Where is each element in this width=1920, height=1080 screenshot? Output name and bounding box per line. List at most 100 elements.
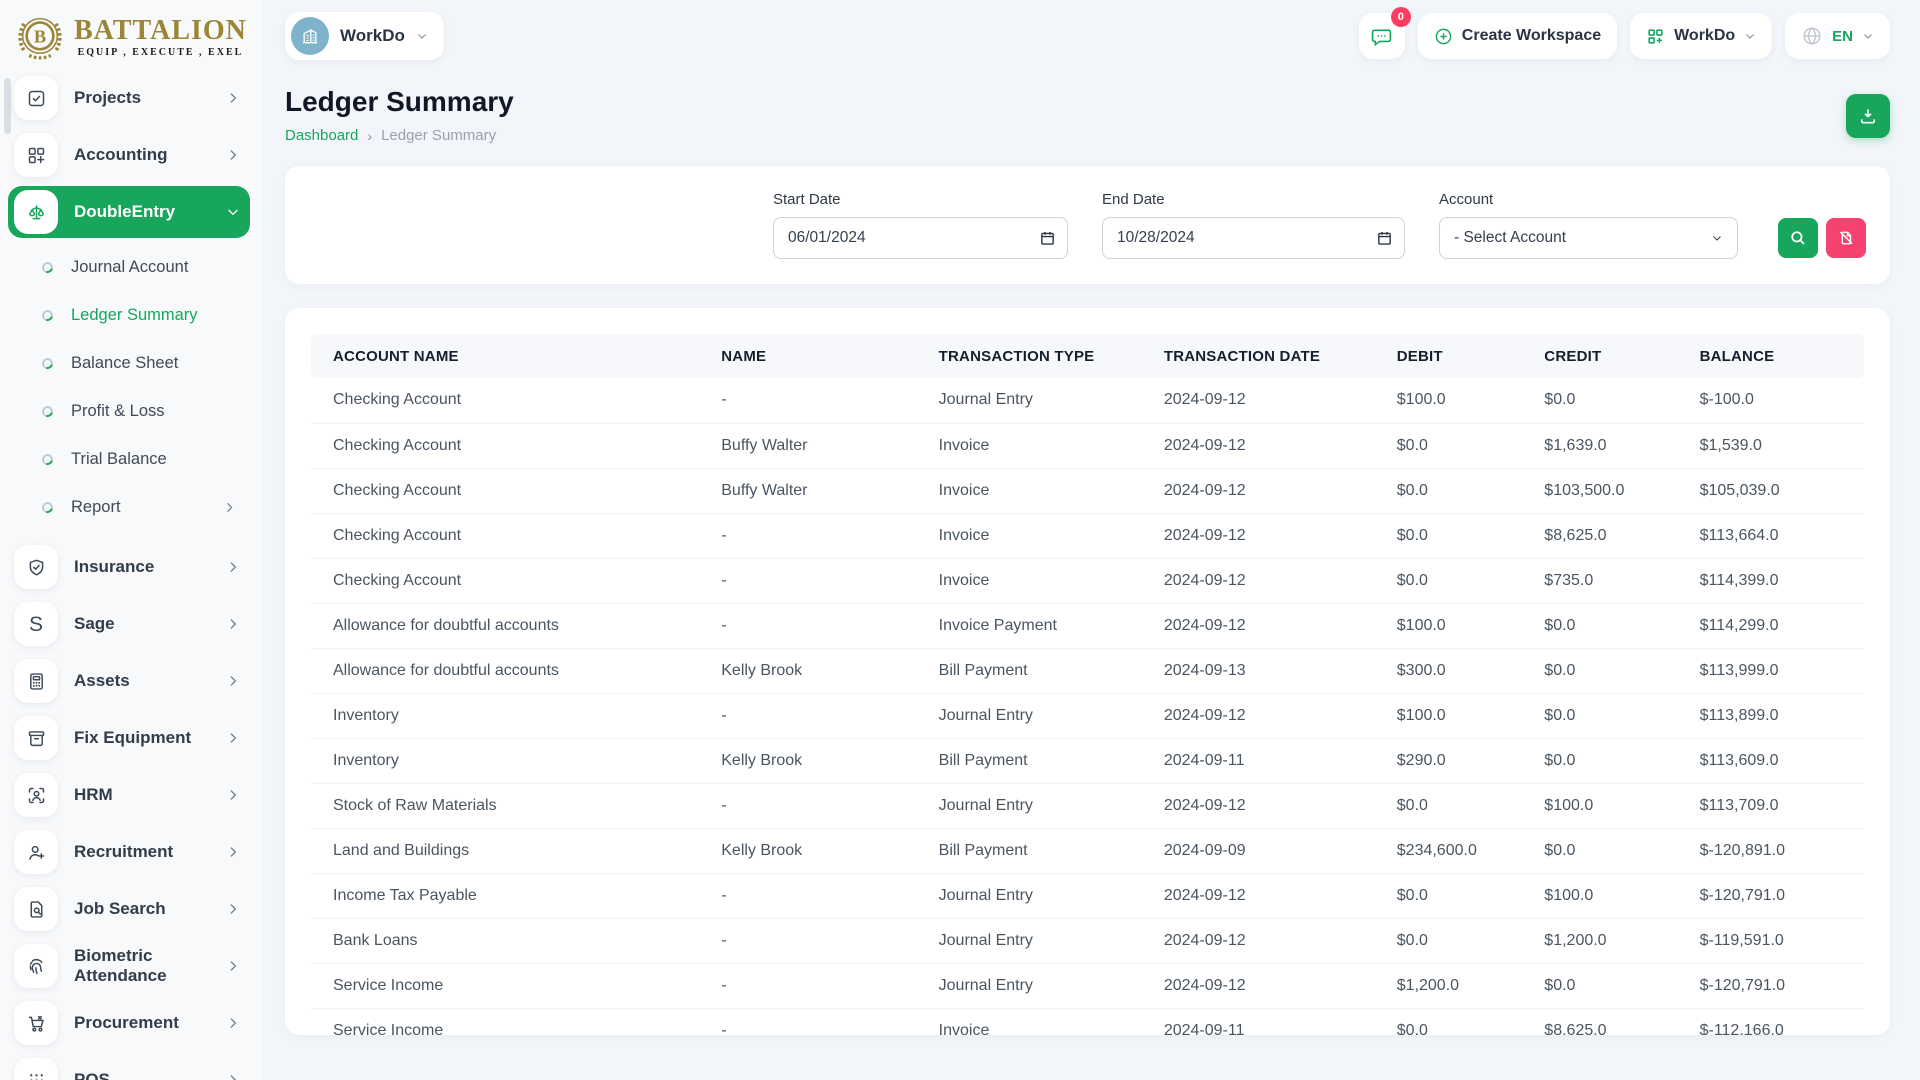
search-button[interactable]	[1778, 218, 1818, 258]
table-cell: $0.0	[1374, 1008, 1523, 1035]
sidebar-item-hrm[interactable]: HRM	[14, 769, 250, 821]
table-cell: $100.0	[1522, 873, 1678, 919]
table-cell: $0.0	[1522, 378, 1678, 424]
start-date-field-group: Start Date	[773, 191, 1068, 259]
table-cell: 2024-09-13	[1141, 648, 1375, 694]
table-cell: Income Tax Payable	[311, 873, 700, 919]
brand-name: BATTALION	[74, 14, 247, 46]
sidebar-item-label: Accounting	[74, 145, 168, 165]
workdo-menu-button[interactable]: WorkDo	[1630, 13, 1773, 59]
sidebar-item-job-search[interactable]: Job Search	[14, 883, 250, 935]
table-cell: $-100.0	[1677, 378, 1864, 424]
sidebar-item-biometric-attendance[interactable]: Biometric Attendance	[14, 940, 250, 992]
sidebar-subitem-journal-account[interactable]: Journal Account	[39, 247, 250, 287]
brand-logo[interactable]: B BATTALION EQUIP , EXECUTE , EXEL	[0, 0, 262, 66]
workspace-name: WorkDo	[340, 26, 405, 45]
sidebar-submenu-double-entry: Journal Account Ledger Summary Balance She…	[14, 243, 250, 541]
chevron-right-icon	[226, 91, 240, 105]
sidebar-item-pos[interactable]: POS	[14, 1054, 250, 1080]
table-cell: Allowance for doubtful accounts	[311, 648, 700, 694]
assets-icon	[14, 659, 58, 703]
column-header: ACCOUNT NAME	[311, 334, 700, 378]
table-cell: Checking Account	[311, 423, 700, 469]
table-cell: $0.0	[1374, 783, 1523, 829]
sidebar-subitem-ledger-summary[interactable]: Ledger Summary	[39, 295, 250, 335]
sidebar-item-sage[interactable]: S Sage	[14, 598, 250, 650]
sidebar-item-label: HRM	[74, 785, 113, 805]
sidebar-subitem-trial-balance[interactable]: Trial Balance	[39, 439, 250, 479]
sidebar-subitem-balance-sheet[interactable]: Balance Sheet	[39, 343, 250, 383]
table-cell: $0.0	[1522, 693, 1678, 739]
sidebar-item-projects[interactable]: Projects	[14, 72, 250, 124]
table-cell: $105,039.0	[1677, 468, 1864, 514]
sidebar-item-insurance[interactable]: Insurance	[14, 541, 250, 593]
column-header: BALANCE	[1677, 334, 1864, 378]
table-cell: $0.0	[1374, 423, 1523, 469]
ledger-table: ACCOUNT NAME NAME TRANSACTION TYPE TRANSACT…	[311, 334, 1864, 1035]
breadcrumb-current: Ledger Summary	[381, 127, 497, 144]
table-cell: Bill Payment	[916, 648, 1142, 694]
table-cell: 2024-09-09	[1141, 828, 1375, 874]
download-button[interactable]	[1846, 94, 1890, 138]
workspace-selector[interactable]: WorkDo	[285, 12, 444, 60]
table-cell: $8,625.0	[1522, 513, 1678, 559]
start-date-input[interactable]	[773, 217, 1068, 259]
chevron-right-icon	[226, 902, 240, 916]
table-cell: $100.0	[1374, 603, 1523, 649]
table-cell: Journal Entry	[916, 693, 1142, 739]
breadcrumb-dashboard-link[interactable]: Dashboard	[285, 127, 358, 144]
account-select[interactable]: - Select Account	[1439, 217, 1738, 259]
sidebar-item-procurement[interactable]: Procurement	[14, 997, 250, 1049]
table-cell: $114,299.0	[1677, 603, 1864, 649]
messages-button[interactable]: 0	[1358, 7, 1411, 59]
hrm-icon	[14, 773, 58, 817]
language-selector[interactable]: EN	[1785, 13, 1890, 59]
table-cell: Checking Account	[311, 378, 700, 424]
end-date-input[interactable]	[1102, 217, 1405, 259]
sidebar-subitem-profit-loss[interactable]: Profit & Loss	[39, 391, 250, 431]
table-cell: Invoice	[916, 423, 1142, 469]
table-cell: $113,664.0	[1677, 513, 1864, 559]
table-cell: Service Income	[311, 1008, 700, 1035]
recruitment-icon	[14, 830, 58, 874]
table-cell: 2024-09-12	[1141, 918, 1375, 964]
sidebar-scrollbar-thumb[interactable]	[4, 78, 11, 134]
table-cell: Journal Entry	[916, 963, 1142, 1009]
fix-equipment-icon	[14, 716, 58, 760]
sidebar-item-accounting[interactable]: Accounting	[14, 129, 250, 181]
workdo-menu-label: WorkDo	[1674, 27, 1736, 44]
sidebar-item-double-entry[interactable]: DoubleEntry	[8, 186, 250, 238]
sidebar-subitem-report[interactable]: Report	[39, 487, 250, 527]
table-cell: Service Income	[311, 963, 700, 1009]
table-cell: $0.0	[1522, 738, 1678, 784]
table-cell: $300.0	[1374, 648, 1523, 694]
create-workspace-button[interactable]: Create Workspace	[1417, 13, 1618, 59]
sidebar-item-recruitment[interactable]: Recruitment	[14, 826, 250, 878]
table-cell: $-120,791.0	[1677, 963, 1864, 1009]
sidebar-item-label: Fix Equipment	[74, 728, 192, 748]
reset-filter-button[interactable]	[1826, 218, 1866, 258]
grid-plus-icon	[1646, 27, 1665, 46]
table-cell: Bill Payment	[916, 738, 1142, 784]
table-cell: Stock of Raw Materials	[311, 783, 700, 829]
chevron-down-icon	[1711, 232, 1723, 244]
table-cell: Bank Loans	[311, 918, 700, 964]
table-cell: $100.0	[1374, 693, 1523, 739]
table-cell: $0.0	[1374, 468, 1523, 514]
chevron-down-icon	[226, 205, 240, 219]
workspace-avatar	[291, 17, 329, 55]
sidebar-item-label: Sage	[74, 614, 115, 634]
sidebar-item-assets[interactable]: Assets	[14, 655, 250, 707]
table-cell: $1,539.0	[1677, 423, 1864, 469]
table-cell: Invoice	[916, 558, 1142, 604]
projects-icon	[14, 76, 58, 120]
table-cell: Kelly Brook	[699, 828, 917, 874]
chevron-right-icon	[226, 560, 240, 574]
table-cell: $113,899.0	[1677, 693, 1864, 739]
table-cell: $0.0	[1374, 558, 1523, 604]
sidebar-item-fix-equipment[interactable]: Fix Equipment	[14, 712, 250, 764]
table-cell: $0.0	[1374, 918, 1523, 964]
chevron-down-icon	[1862, 30, 1874, 42]
table-cell: Checking Account	[311, 468, 700, 514]
column-header: CREDIT	[1522, 334, 1678, 378]
